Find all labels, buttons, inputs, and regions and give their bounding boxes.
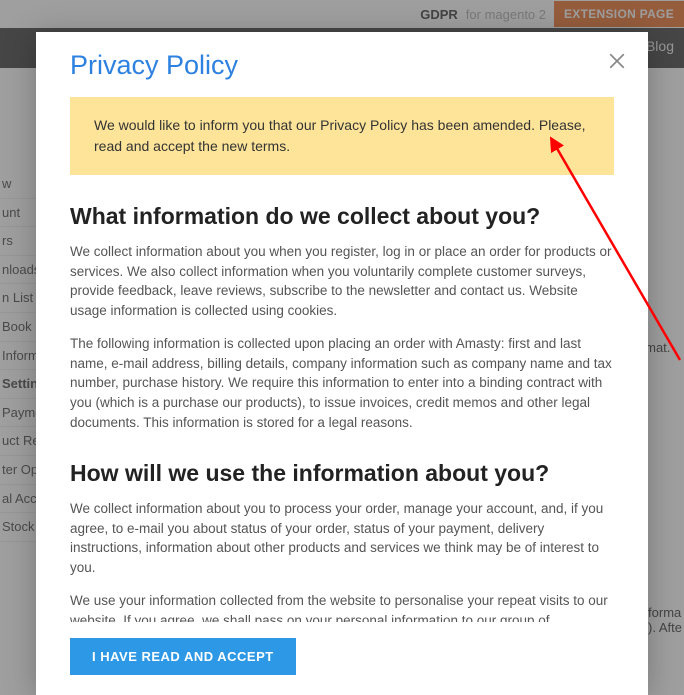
body-paragraph: We collect information about you to proc… [70,499,614,577]
body-paragraph: The following information is collected u… [70,334,614,432]
privacy-policy-modal: Privacy Policy We would like to inform y… [36,32,648,695]
body-paragraph: We use your information collected from t… [70,591,614,622]
modal-footer: I HAVE READ AND ACCEPT [36,622,648,695]
modal-header: Privacy Policy [36,32,648,87]
modal-body[interactable]: We would like to inform you that our Pri… [36,87,648,622]
close-icon[interactable] [608,52,626,70]
accept-button[interactable]: I HAVE READ AND ACCEPT [70,638,296,675]
section-heading-use: How will we use the information about yo… [70,460,614,487]
modal-title: Privacy Policy [70,50,614,81]
amendment-notice: We would like to inform you that our Pri… [70,97,614,175]
section-heading-collect: What information do we collect about you… [70,203,614,230]
body-paragraph: We collect information about you when yo… [70,242,614,320]
